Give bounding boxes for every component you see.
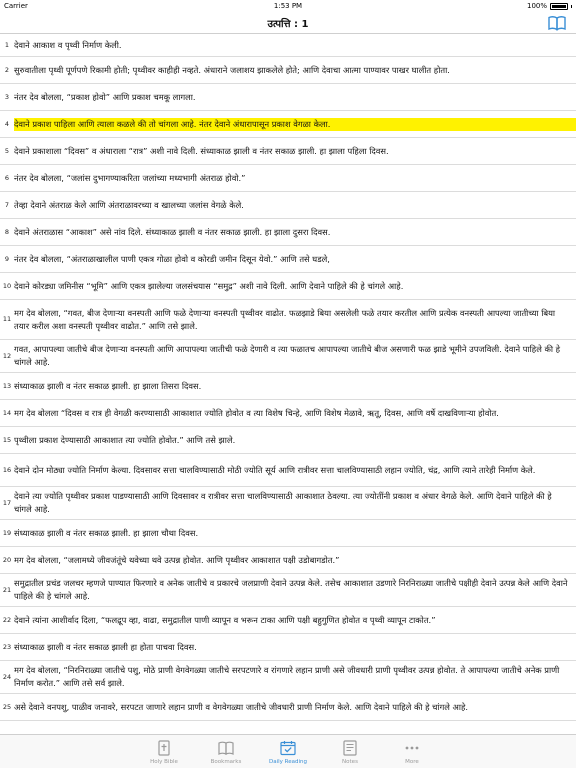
verse-number: 6: [4, 173, 10, 182]
tab-holy-bible[interactable]: Holy Bible: [133, 735, 195, 768]
tab-more[interactable]: More: [381, 735, 443, 768]
verse-row[interactable]: 15 पृथ्वीला प्रकाश देण्यासाठी आकाशात त्या…: [0, 427, 576, 454]
verse-number: 13: [2, 381, 12, 390]
bible-icon: [158, 740, 170, 756]
verse-number: 4: [4, 119, 10, 128]
open-book-icon[interactable]: [548, 15, 566, 31]
verse-row[interactable]: 12 गवत, आपापल्या जातीचे बीज देणाऱ्या वनस्…: [0, 340, 576, 373]
verse-row[interactable]: 17 देवाने त्या ज्योति पृथ्वीवर प्रकाश पाड…: [0, 487, 576, 520]
verse-text: मग देव बोलला “दिवस व रात्र ही वेगळी करण्…: [14, 407, 499, 418]
chapter-title: उत्पत्ति : 1: [267, 19, 309, 30]
verse-number: 23: [2, 642, 12, 651]
verse-list[interactable]: 1 देवाने आकाश व पृथ्वी निर्माण केली. 2 सुरु…: [0, 35, 576, 734]
tab-daily-reading[interactable]: Daily Reading: [257, 735, 319, 768]
verse-row[interactable]: 16 देवाने दोन मोठ्या ज्योति निर्माण केल्य…: [0, 454, 576, 487]
verse-row[interactable]: 10 देवाने कोरड्या जमिनीस “भूमि” आणि एकत्र…: [0, 273, 576, 300]
verse-text: गवत, आपापल्या जातीचे बीज देणाऱ्या वनस्पत…: [14, 344, 561, 367]
clock: 1:53 PM: [273, 2, 303, 10]
tab-notes[interactable]: Notes: [319, 735, 381, 768]
notes-icon: [343, 740, 357, 756]
verse-text: देवाने अंतराळास “आकाश” असे नांव दिले. सं…: [14, 226, 331, 237]
verse-number: 1: [4, 41, 10, 49]
verse-text: सुरुवातीला पृथ्वी पूर्णपणे रिकामी होती; …: [14, 64, 450, 75]
verse-text: नंतर देव बोलला, “जलांस दुभागण्याकरिता जल…: [14, 172, 246, 183]
verse-text: मग देव बोलला, “गवत, बीज देणाऱ्या वनस्पती…: [14, 307, 556, 331]
verse-row[interactable]: 3 नंतर देव बोलला, “प्रकाश होवो” आणि प्रका…: [0, 84, 576, 111]
verse-text: मग देव बोलला, “निरनिराळ्या जातीचे पशु, म…: [14, 665, 560, 688]
verse-text: देवाने त्या ज्योति पृथ्वीवर प्रकाश पाडण्…: [14, 491, 552, 514]
verse-number: 14: [2, 408, 12, 417]
verse-row[interactable]: 21 समुद्रातील प्रचंड जलचर म्हणजे पाण्यात …: [0, 574, 576, 607]
verse-text: असे देवाने वनपशु, पाळीव जनावरे, सरपटत जा…: [14, 701, 469, 712]
tab-bar: Holy Bible Bookmarks Daily Reading Notes…: [0, 734, 576, 768]
verse-row[interactable]: 25 असे देवाने वनपशु, पाळीव जनावरे, सरपटत …: [0, 694, 576, 721]
verse-text: देवाने दोन मोठ्या ज्योति निर्माण केल्या.…: [14, 464, 536, 475]
verse-number: 9: [4, 254, 10, 263]
verse-row[interactable]: 13 संध्याकाळ झाली व नंतर सकाळ झाली. हा झा…: [0, 373, 576, 400]
verse-text: नंतर देव बोलला, “प्रकाश होवो” आणि प्रकाश…: [14, 91, 196, 102]
verse-text: पृथ्वीला प्रकाश देण्यासाठी आकाशात त्या ज…: [14, 434, 236, 445]
verse-number: 12: [2, 351, 12, 360]
verse-row[interactable]: 9 नंतर देव बोलला, “अंतराळाखालील पाणी एकत्…: [0, 246, 576, 273]
verse-text: मग देव बोलला, “जलामध्ये जीवजंतूंचे थवेच्…: [14, 554, 340, 565]
verse-row[interactable]: 11 मग देव बोलला, “गवत, बीज देणाऱ्या वनस्प…: [0, 300, 576, 340]
verse-number: 11: [2, 315, 12, 323]
verse-text: देवाने आकाश व पृथ्वी निर्माण केली.: [14, 40, 122, 50]
verse-row[interactable]: 22 देवाने त्यांना आशीर्वाद दिला, “फलद्रूप…: [0, 607, 576, 634]
tab-label: Notes: [342, 759, 358, 765]
verse-number: 22: [2, 615, 12, 624]
verse-number: 16: [2, 465, 12, 474]
verse-number: 25: [2, 702, 12, 711]
verse-text: तेव्हा देवाने अंतराळ केले आणि अंतराळावरच…: [14, 199, 244, 210]
verse-row[interactable]: 20 मग देव बोलला, “जलामध्ये जीवजंतूंचे थवे…: [0, 547, 576, 574]
verse-number: 24: [2, 672, 12, 681]
verse-text: देवाने कोरड्या जमिनीस “भूमि” आणि एकत्र झ…: [14, 280, 404, 291]
verse-row[interactable]: 8 देवाने अंतराळास “आकाश” असे नांव दिले. स…: [0, 219, 576, 246]
verse-number: 15: [2, 435, 12, 444]
verse-row[interactable]: 6 नंतर देव बोलला, “जलांस दुभागण्याकरिता ज…: [0, 165, 576, 192]
verse-text: देवाने प्रकाशाला “दिवस” व अंधाराला “रात्…: [14, 145, 389, 156]
verse-number: 10: [2, 281, 12, 290]
verse-number: 3: [4, 92, 10, 101]
verse-row[interactable]: 2 सुरुवातीला पृथ्वी पूर्णपणे रिकामी होती;…: [0, 57, 576, 84]
nav-bar: उत्पत्ति : 1: [0, 12, 576, 34]
tab-label: More: [405, 759, 419, 765]
verse-text: संध्याकाळ झाली व नंतर सकाळ झाली. हा झाला…: [14, 527, 199, 538]
verse-row[interactable]: 5 देवाने प्रकाशाला “दिवस” व अंधाराला “रात…: [0, 138, 576, 165]
bookmarks-icon: [218, 741, 234, 755]
status-bar: Carrier 1:53 PM 100%: [0, 0, 576, 12]
verse-row[interactable]: 14 मग देव बोलला “दिवस व रात्र ही वेगळी कर…: [0, 400, 576, 427]
tab-bookmarks[interactable]: Bookmarks: [195, 735, 257, 768]
verse-number: 21: [2, 585, 12, 594]
verse-row[interactable]: 4 देवाने प्रकाश पाहिला आणि त्याला कळले की…: [0, 111, 576, 138]
tab-label: Daily Reading: [269, 759, 307, 765]
verse-row[interactable]: 23 संध्याकाळ झाली व नंतर सकाळ झाली हा होत…: [0, 634, 576, 661]
verse-text: संध्याकाळ झाली व नंतर सकाळ झाली. हा झाला…: [14, 380, 202, 391]
tab-label: Bookmarks: [210, 759, 242, 765]
verse-text-highlighted: देवाने प्रकाश पाहिला आणि त्याला कळले की …: [14, 117, 576, 131]
verse-row[interactable]: 1 देवाने आकाश व पृथ्वी निर्माण केली.: [0, 35, 576, 57]
verse-row[interactable]: 19 संध्याकाळ झाली व नंतर सकाळ झाली. हा झा…: [0, 520, 576, 547]
verse-number: 8: [4, 227, 10, 236]
verse-number: 7: [4, 200, 10, 209]
more-icon: [405, 746, 419, 750]
calendar-check-icon: [280, 741, 296, 756]
battery-percent: 100%: [526, 2, 547, 10]
battery-tip: [571, 4, 572, 8]
verse-number: 20: [2, 555, 12, 564]
battery-status: 100%: [527, 2, 572, 10]
verse-row[interactable]: 24 मग देव बोलला, “निरनिराळ्या जातीचे पशु,…: [0, 661, 576, 694]
verse-number: 2: [4, 65, 10, 74]
tab-label: Holy Bible: [150, 759, 178, 765]
verse-text: समुद्रातील प्रचंड जलचर म्हणजे पाण्यात फि…: [14, 578, 568, 601]
verse-row[interactable]: 7 तेव्हा देवाने अंतराळ केले आणि अंतराळावर…: [0, 192, 576, 219]
battery-icon: [550, 2, 568, 10]
verse-text: नंतर देव बोलला, “अंतराळाखालील पाणी एकत्र…: [14, 253, 330, 264]
verse-text: देवाने त्यांना आशीर्वाद दिला, “फलद्रूप व…: [14, 614, 436, 625]
verse-number: 17: [2, 498, 12, 507]
verse-number: 19: [2, 528, 12, 537]
verse-text: संध्याकाळ झाली व नंतर सकाळ झाली हा होता …: [14, 641, 197, 652]
verse-number: 5: [4, 146, 10, 155]
